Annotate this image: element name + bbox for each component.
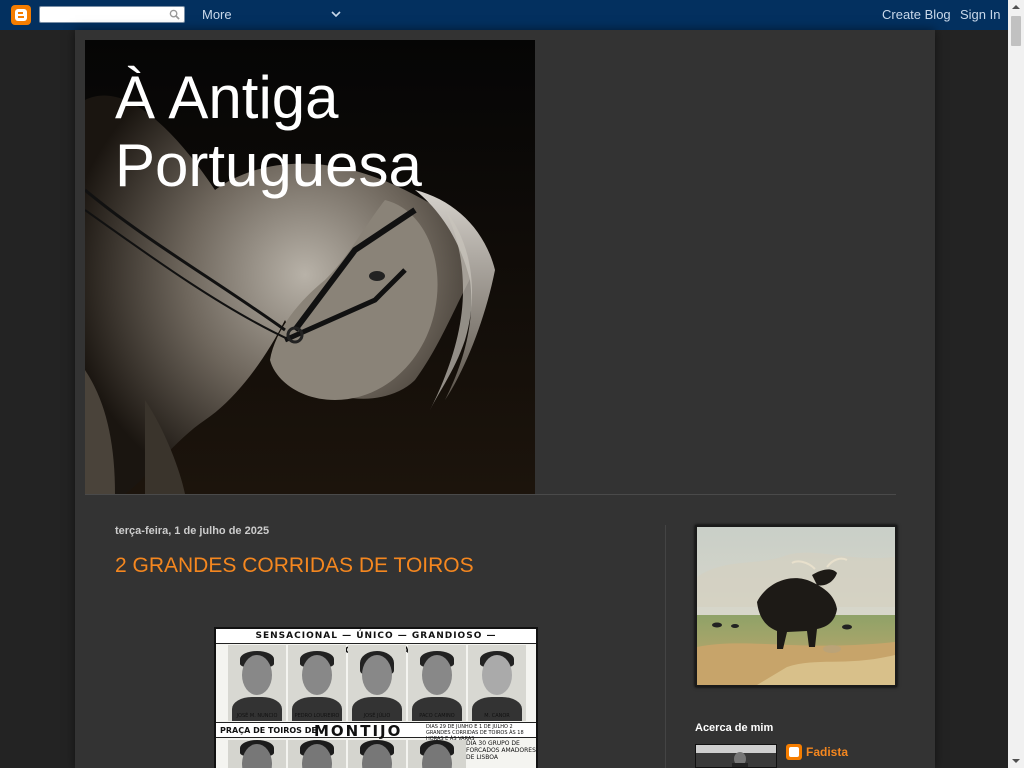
poster-town: MONTIJO xyxy=(314,722,403,740)
blog-title-line-2[interactable]: Portuguesa xyxy=(115,132,422,200)
poster-portrait-name: PEDRO LOUREIRO xyxy=(294,713,340,719)
blog-content: À Antiga Portuguesa terça-feira, 1 de ju… xyxy=(75,30,935,768)
sign-in-link[interactable]: Sign In xyxy=(960,7,1000,22)
sidebar-bull-painting[interactable] xyxy=(695,525,897,687)
poster-portrait xyxy=(228,645,286,721)
header-image-horse[interactable]: À Antiga Portuguesa xyxy=(85,40,535,494)
blogger-profile-icon xyxy=(786,744,802,760)
poster-side-text: DIA 30 GRUPO DE FORCADOS AMADORES DE LIS… xyxy=(466,740,536,761)
blog-title-line-1[interactable]: À Antiga xyxy=(115,64,422,132)
scroll-up-arrow-icon[interactable] xyxy=(1008,0,1024,14)
scrollbar-thumb[interactable] xyxy=(1011,16,1021,46)
poster-portrait xyxy=(468,645,526,721)
poster-venue-band: PRAÇA DE TOIROS DE MONTIJO DIAS 29 DE JU… xyxy=(216,722,536,742)
avatar-illustration xyxy=(696,745,776,767)
post-date: terça-feira, 1 de julho de 2025 xyxy=(115,525,270,537)
vertical-scrollbar[interactable] xyxy=(1008,0,1024,768)
author-name-link[interactable]: Fadista xyxy=(806,745,848,759)
poster-top-banner: SENSACIONAL — ÚNICO — GRANDIOSO — MONUME… xyxy=(216,629,536,656)
search-icon[interactable] xyxy=(169,9,180,20)
poster-portrait-name: JOSÉ M. NUNCIO xyxy=(236,713,278,719)
poster-portrait xyxy=(288,645,346,721)
search-input[interactable] xyxy=(39,6,185,23)
header-divider xyxy=(85,494,896,495)
poster-portrait xyxy=(348,645,406,721)
poster-portrait xyxy=(348,740,406,768)
poster-portrait-name: M. CANOR xyxy=(484,713,510,719)
poster-portrait xyxy=(288,740,346,768)
author-avatar[interactable] xyxy=(695,744,777,768)
chevron-down-icon[interactable] xyxy=(330,9,342,19)
poster-portrait-name: JOSÉ JÚLIO xyxy=(363,713,391,719)
poster-praca-label: PRAÇA DE TOIROS DE xyxy=(220,726,317,735)
poster-portrait xyxy=(408,645,466,721)
blog-title[interactable]: À Antiga Portuguesa xyxy=(115,64,422,200)
poster-portrait xyxy=(228,740,286,768)
poster-portrait-name: PACO CAMINO xyxy=(419,713,455,719)
about-me-heading: Acerca de mim xyxy=(695,722,774,734)
blogger-logo-icon[interactable] xyxy=(11,5,31,25)
post-image-poster[interactable]: SENSACIONAL — ÚNICO — GRANDIOSO — MONUME… xyxy=(214,627,538,768)
post-title[interactable]: 2 GRANDES CORRIDAS DE TOIROS xyxy=(115,554,474,578)
bull-painting-illustration xyxy=(697,527,895,685)
poster-portrait xyxy=(408,740,466,768)
create-blog-link[interactable]: Create Blog xyxy=(882,7,951,22)
more-menu-label[interactable]: More xyxy=(202,7,232,22)
scroll-down-arrow-icon[interactable] xyxy=(1008,754,1024,768)
column-divider xyxy=(665,525,666,768)
blogger-navbar: More Create Blog Sign In xyxy=(0,0,1008,30)
